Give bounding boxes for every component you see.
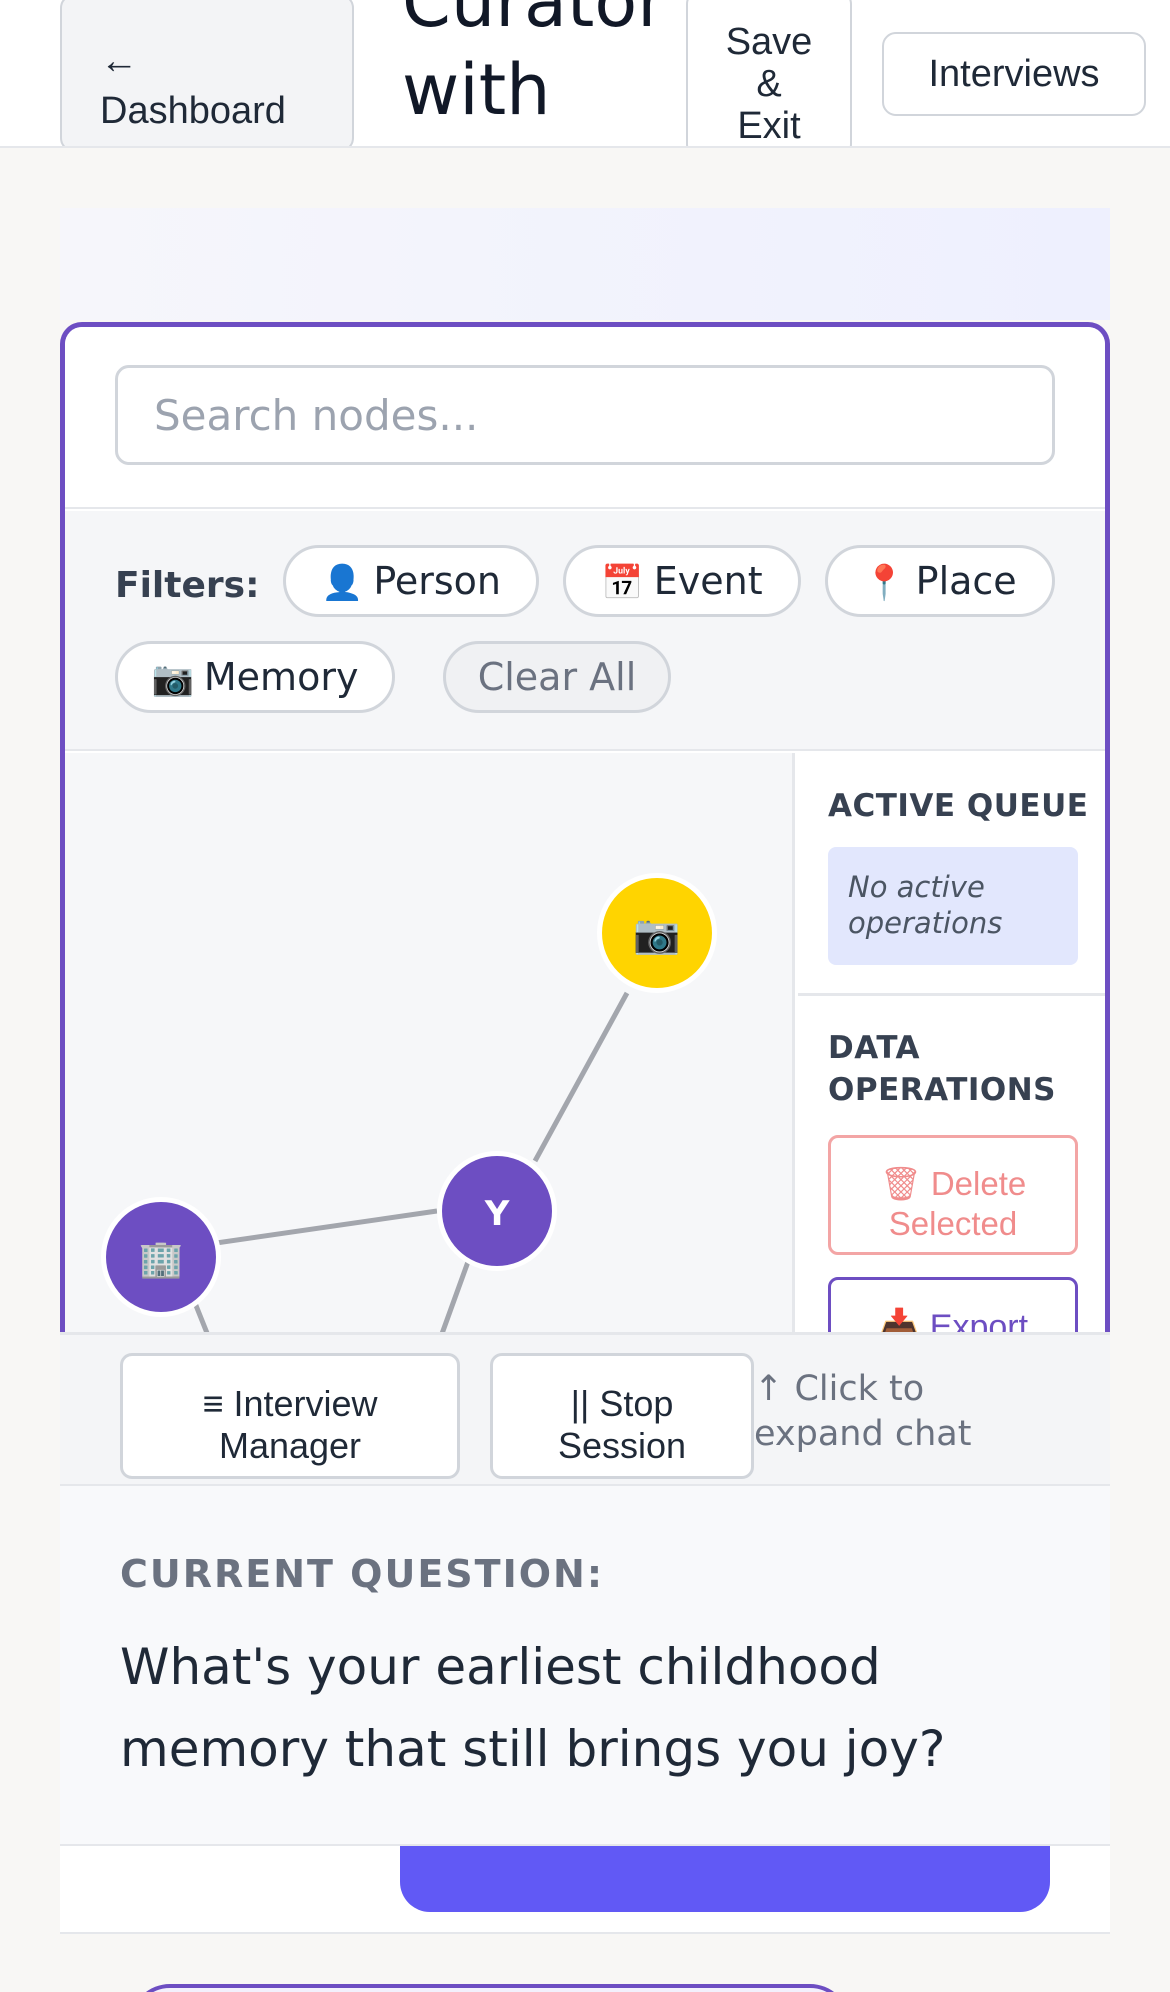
- clear-all-filters-button[interactable]: Clear All: [443, 641, 671, 713]
- save-and-exit-button[interactable]: Save & Exit: [686, 0, 852, 147]
- back-button-label: Dashboard: [100, 90, 286, 132]
- filter-chip-event[interactable]: 📅 Event: [563, 545, 801, 617]
- camera-icon: 📷: [633, 912, 680, 956]
- pin-icon: 📍: [863, 563, 906, 603]
- person-node-initial: Y: [484, 1194, 510, 1234]
- filter-chip-label: Event: [653, 559, 763, 603]
- filter-chip-label: Place: [915, 559, 1017, 603]
- filter-chip-memory[interactable]: 📷 Memory: [115, 641, 395, 713]
- stop-label-line2: Session: [557, 1425, 687, 1466]
- graph-edge: [532, 991, 630, 1163]
- pause-icon: ||: [570, 1383, 590, 1424]
- graph-node-memory[interactable]: 📷: [597, 873, 717, 993]
- building-icon: 🏢: [139, 1239, 184, 1280]
- graph-edge: [436, 1258, 472, 1342]
- bottom-pill-button[interactable]: [130, 1984, 850, 1992]
- current-question-card: CURRENT QUESTION: What's your earliest c…: [60, 1486, 1110, 1846]
- filter-chip-label: Person: [373, 559, 502, 603]
- graph-node-place[interactable]: 🏢: [101, 1197, 221, 1317]
- back-to-dashboard-button[interactable]: ← Dashboard: [60, 0, 354, 146]
- filter-chip-place[interactable]: 📍 Place: [825, 545, 1055, 617]
- calendar-icon: 📅: [601, 563, 644, 603]
- data-operations-title: DATA OPERATIONS: [828, 1027, 1056, 1111]
- page-title-container: Curator with Winston: [402, 0, 662, 146]
- data-operations-title-line1: DATA: [828, 1030, 921, 1066]
- person-icon: 👤: [320, 563, 364, 603]
- expand-hint-line1: ↑ Click to: [754, 1369, 925, 1409]
- manager-label-line1: Interview: [233, 1383, 378, 1424]
- sidebar-divider: [798, 993, 1105, 996]
- primary-action-button[interactable]: [400, 1846, 1050, 1912]
- delete-label-line1: Delete: [930, 1165, 1027, 1202]
- active-queue-box: No active operations: [828, 847, 1078, 965]
- search-nodes-input[interactable]: [115, 365, 1055, 465]
- expand-chat-hint[interactable]: ↑ Click to expand chat: [754, 1367, 994, 1457]
- active-queue-title: ACTIVE QUEUE: [828, 788, 1089, 824]
- interviews-button[interactable]: Interviews: [882, 32, 1146, 116]
- delete-label-line2: Selected: [888, 1205, 1018, 1242]
- current-question-label: CURRENT QUESTION:: [120, 1552, 605, 1596]
- top-bar: ← Dashboard Curator with Winston Save & …: [0, 0, 1170, 148]
- back-arrow-icon: ←: [100, 40, 138, 82]
- menu-icon: ≡: [202, 1383, 224, 1424]
- chat-input-area: [60, 1846, 1110, 1934]
- expand-hint-line2: expand chat: [754, 1414, 972, 1454]
- graph-canvas[interactable]: 📷 Y 🏢: [65, 753, 795, 1342]
- filters-bar: Filters: 👤 Person 📅 Event 📍 Place 📷 Memory C…: [65, 511, 1105, 751]
- graph-svg[interactable]: 📷 Y 🏢: [65, 753, 795, 1342]
- interview-manager-button[interactable]: ≡ Interview Manager: [120, 1353, 460, 1479]
- filters-label: Filters:: [115, 565, 260, 606]
- save-label-line1: Save: [725, 21, 813, 63]
- session-controls: ≡ Interview Manager || Stop Session ↑ Cl…: [60, 1332, 1110, 1486]
- camera-icon: 📷: [151, 659, 194, 699]
- stop-session-button[interactable]: || Stop Session: [490, 1353, 754, 1479]
- page-title: Curator with Winston: [402, 0, 662, 146]
- manager-label-line2: Manager: [218, 1425, 362, 1466]
- filter-chip-person[interactable]: 👤 Person: [283, 545, 539, 617]
- data-operations-title-line2: OPERATIONS: [828, 1072, 1057, 1108]
- filter-chip-label: Memory: [203, 655, 359, 699]
- knowledge-graph-panel: Filters: 👤Person 📅Event 📍Place 📷Memory C…: [60, 322, 1110, 1342]
- header-strip: [60, 208, 1110, 320]
- current-question-text: What's your earliest childhood memory th…: [120, 1638, 946, 1778]
- operations-sidebar: ACTIVE QUEUE No active operations DATA O…: [798, 753, 1105, 1342]
- save-label-line2: &: [756, 63, 782, 105]
- save-label-line3: Exit: [737, 105, 801, 147]
- graph-node-person[interactable]: Y: [437, 1151, 557, 1271]
- trash-icon: 🗑: [879, 1165, 922, 1202]
- delete-selected-button[interactable]: 🗑 Delete Selected: [828, 1135, 1078, 1255]
- stop-label-line1: Stop: [599, 1383, 674, 1424]
- search-row: [65, 327, 1105, 509]
